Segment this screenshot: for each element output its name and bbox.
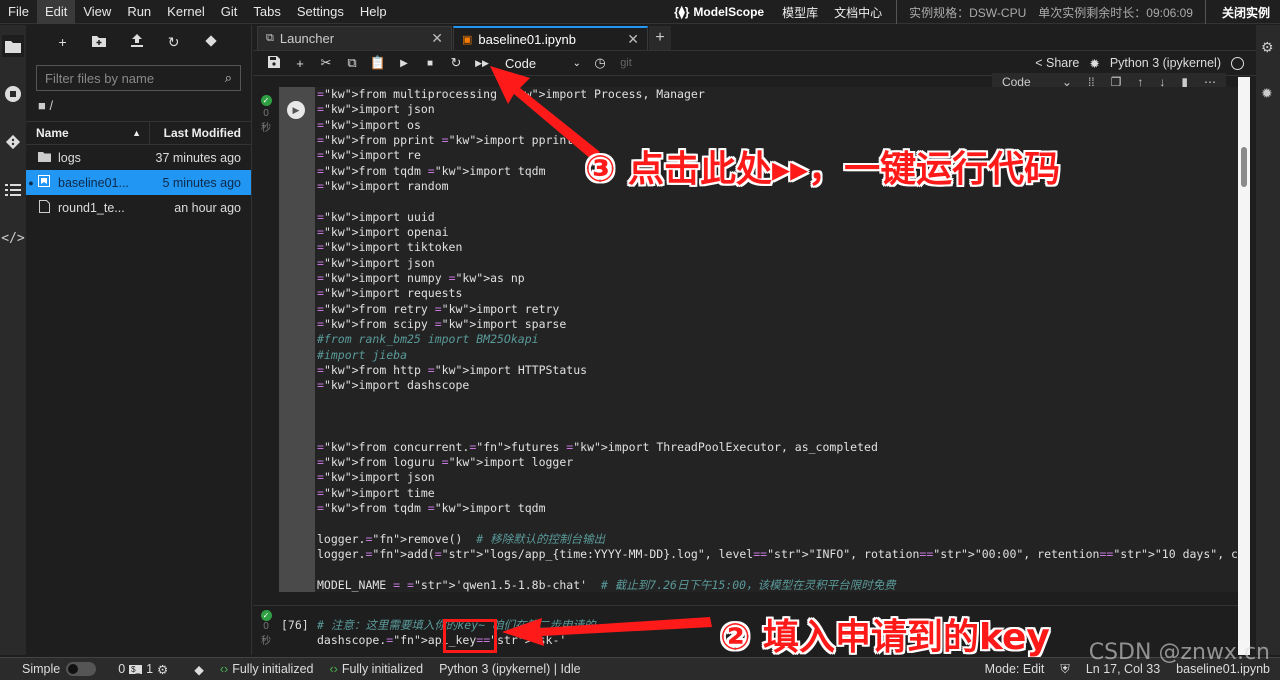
lsp-icon: ‹› — [329, 662, 338, 676]
trusted-icon[interactable]: ⛨ — [1060, 662, 1069, 677]
lsp-status[interactable]: ‹› Fully initialized — [329, 662, 423, 676]
edit-mode: Mode: Edit — [984, 662, 1045, 676]
watermark: CSDN @znwx.cn — [1088, 640, 1270, 665]
highlight-box — [443, 619, 497, 653]
terminal-icon: $_ — [129, 664, 143, 674]
lsp-icon: ‹› — [219, 662, 229, 676]
terminals-count[interactable]: 0 $_ 1 ⚙ — [118, 662, 168, 677]
kernel-status[interactable]: Python 3 (ipykernel) | Idle — [439, 662, 581, 676]
annotation-step3: ③ 点击此处▸▸，一键运行代码 — [585, 149, 1061, 190]
arrow-to-api-key — [502, 617, 712, 646]
annotation-arrows — [490, 66, 712, 646]
kernel-chip-icon: ⚙ — [157, 662, 169, 677]
git-status-icon[interactable]: ◆ — [194, 662, 204, 677]
simple-mode-toggle[interactable] — [66, 662, 97, 676]
arrow-to-run-all — [490, 66, 600, 160]
annotation-step2: ② 填入申请到的key — [720, 617, 1050, 658]
lsp-status[interactable]: ‹› Fully initialized — [220, 662, 314, 676]
simple-mode-label: Simple — [22, 662, 61, 676]
